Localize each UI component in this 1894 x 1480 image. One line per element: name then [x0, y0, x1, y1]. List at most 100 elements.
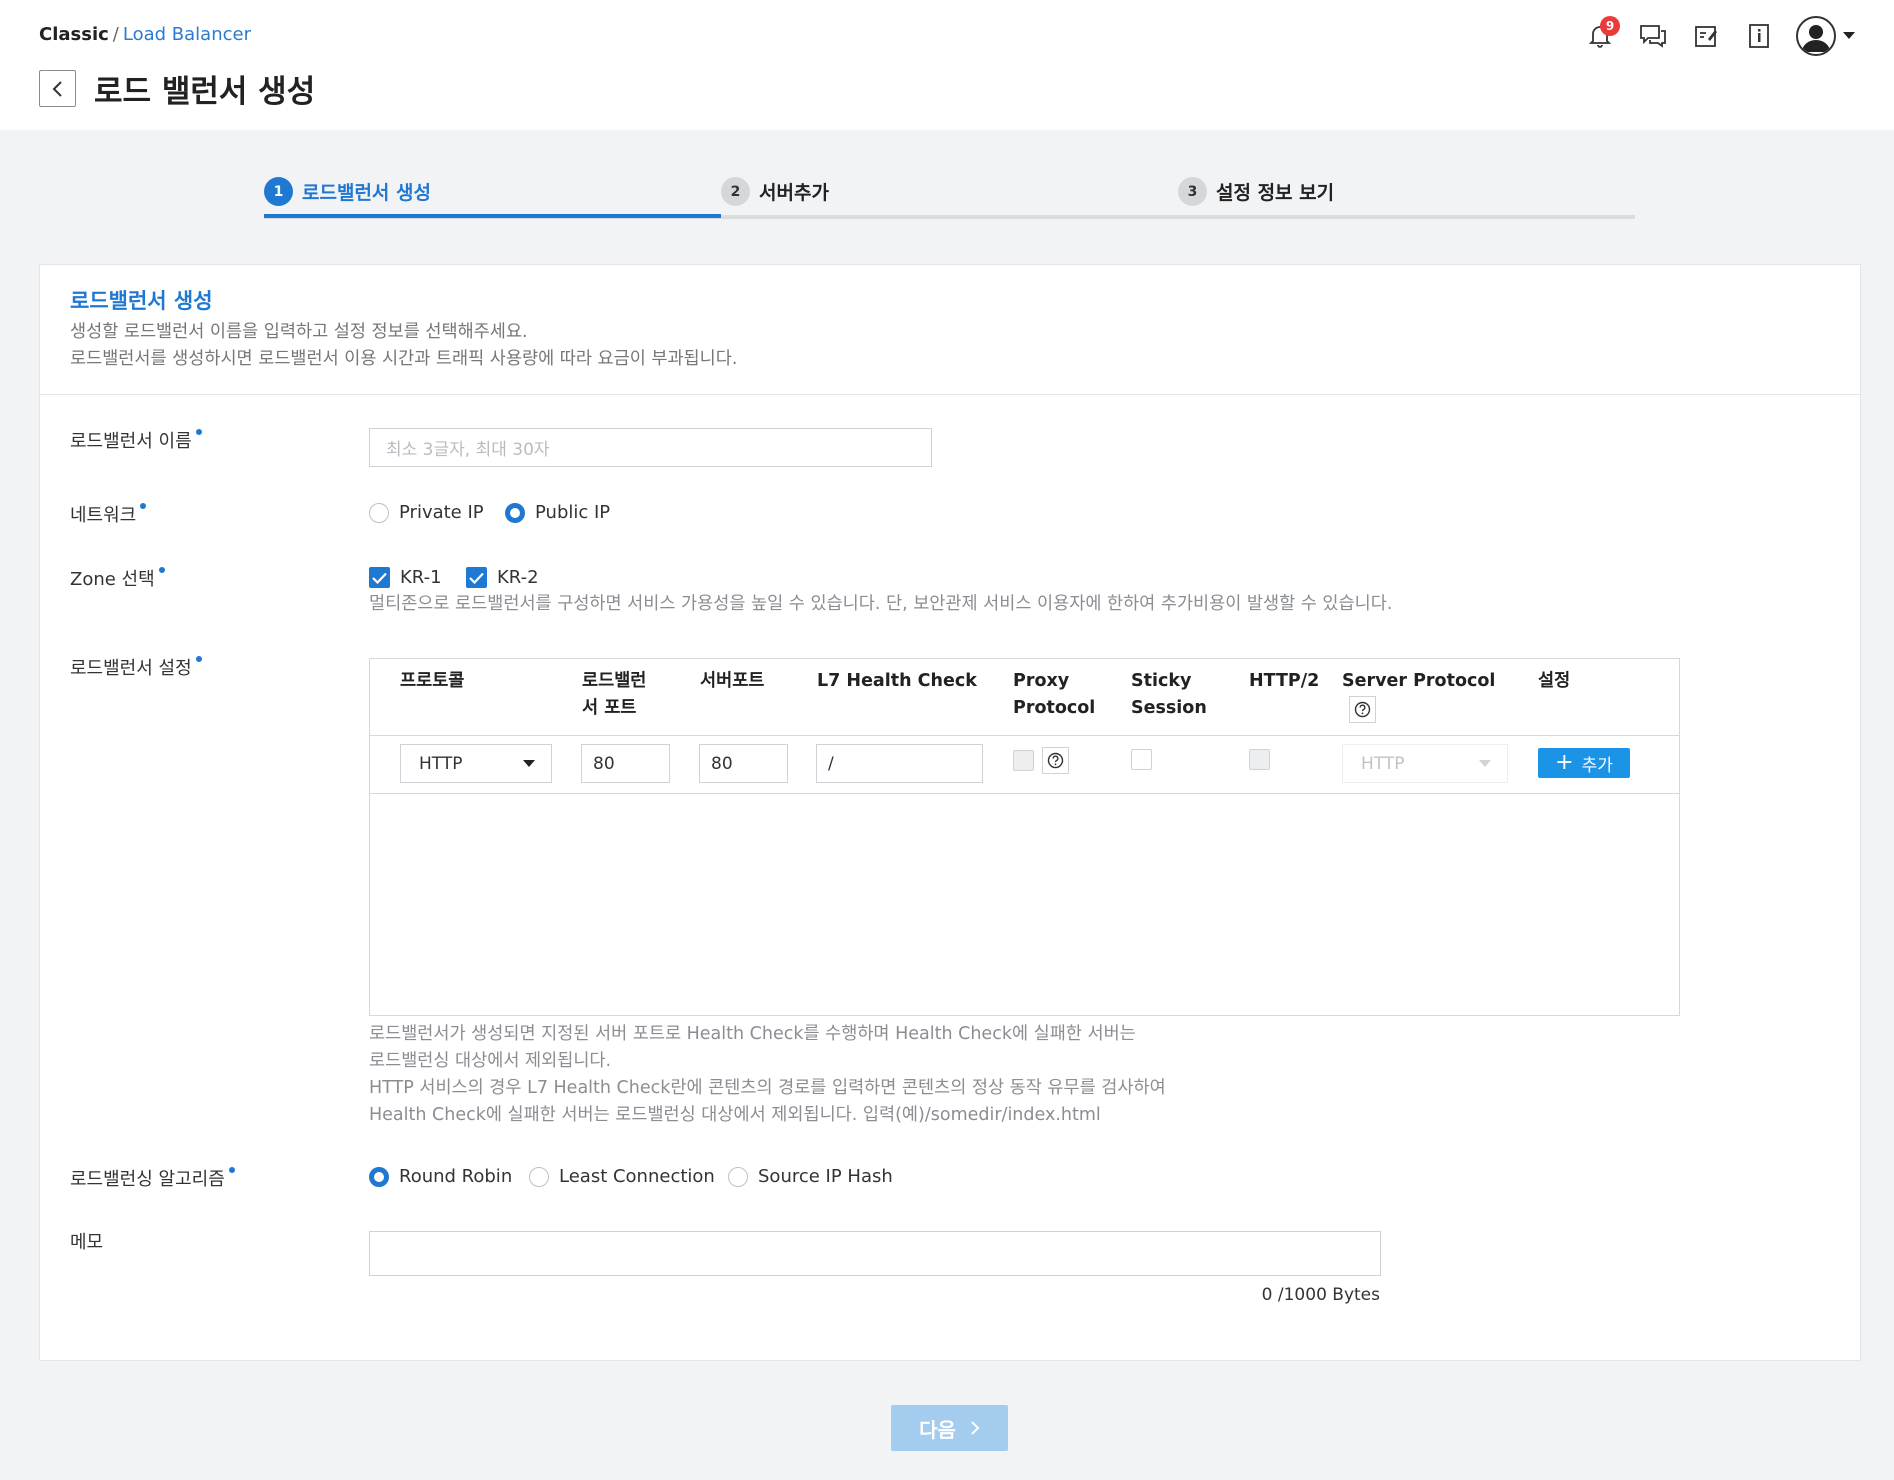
required-dot	[195, 656, 202, 662]
radio-source-ip-hash[interactable]: Source IP Hash	[728, 1166, 893, 1187]
proxy-protocol-help-button[interactable]	[1042, 747, 1069, 774]
step-label: 서버추가	[759, 182, 829, 204]
th-http2: HTTP/2	[1249, 671, 1320, 691]
radio-dot	[529, 1166, 549, 1187]
next-button-label: 다음	[919, 1417, 956, 1442]
table-row: HTTP 80 80 / HTTP + 추가	[370, 735, 1679, 794]
page-header: Classic / Load Balancer 로드 밸런서 생성 9	[0, 0, 1894, 130]
checkbox-label: KR-1	[400, 567, 442, 588]
avatar[interactable]	[1796, 16, 1836, 56]
chat-icon	[1640, 25, 1666, 48]
lb-setting-label-text: 로드밸런서 설정	[70, 658, 192, 679]
lb-name-input[interactable]: 최소 3글자, 최대 30자	[369, 428, 932, 467]
step-2[interactable]: 2 서버추가	[721, 177, 829, 206]
user-menu-caret-icon[interactable]	[1843, 32, 1855, 39]
chat-button[interactable]	[1638, 21, 1668, 51]
th-proxy-line: Proxy	[1013, 671, 1070, 691]
step-number: 3	[1178, 177, 1207, 206]
breadcrumb-separator: /	[112, 24, 119, 45]
chevron-left-icon	[52, 80, 62, 97]
card-title: 로드밸런서 생성	[70, 289, 213, 313]
next-button[interactable]: 다음	[891, 1405, 1008, 1451]
checkbox-kr2[interactable]: KR-2	[466, 567, 539, 588]
zone-label-text: Zone 선택	[70, 569, 155, 590]
server-protocol-value: HTTP	[1361, 753, 1405, 774]
required-dot	[140, 503, 147, 509]
radio-private-ip[interactable]: Private IP	[369, 502, 484, 523]
th-setting: 설정	[1538, 671, 1571, 691]
help-line: Health Check에 실패한 서버는 로드밸런싱 대상에서 제외됩니다. …	[369, 1105, 1101, 1125]
th-sticky-line: Session	[1131, 698, 1207, 718]
radio-label: Private IP	[399, 502, 484, 523]
th-server-protocol: Server Protocol	[1342, 671, 1496, 691]
protocol-select[interactable]: HTTP	[400, 744, 552, 783]
step-number: 2	[721, 177, 750, 206]
http2-checkbox[interactable]	[1249, 749, 1270, 770]
radio-least-connection[interactable]: Least Connection	[529, 1166, 715, 1187]
checkbox-label: KR-2	[497, 567, 539, 588]
check-icon	[372, 572, 387, 584]
server-protocol-select[interactable]: HTTP	[1342, 744, 1508, 783]
back-button[interactable]	[39, 70, 76, 107]
card-header: 로드밸런서 생성 생성할 로드밸런서 이름을 입력하고 설정 정보를 선택해주세…	[40, 265, 1860, 395]
chevron-right-icon	[971, 1421, 980, 1435]
breadcrumb-root[interactable]: Classic	[39, 24, 109, 45]
required-dot	[228, 1167, 235, 1173]
server-protocol-help-button[interactable]	[1349, 696, 1376, 723]
radio-dot	[369, 1166, 389, 1187]
radio-label: Public IP	[535, 502, 611, 523]
th-server-port: 서버포트	[700, 671, 765, 691]
l7-health-check-input[interactable]: /	[816, 744, 983, 783]
note-button[interactable]	[1691, 21, 1721, 51]
memo-label: 메모	[70, 1232, 104, 1253]
notification-button[interactable]: 9	[1585, 16, 1620, 51]
th-l7-health-check: L7 Health Check	[817, 671, 977, 691]
radio-public-ip[interactable]: Public IP	[505, 502, 610, 523]
th-sticky-line: Sticky	[1131, 671, 1192, 691]
breadcrumb: Classic / Load Balancer	[39, 24, 251, 45]
note-icon	[1695, 26, 1717, 47]
required-dot	[195, 429, 202, 435]
th-proxy-protocol: Proxy Protocol	[1013, 668, 1095, 722]
algorithm-label: 로드밸런싱 알고리즘	[70, 1165, 235, 1191]
radio-label: Round Robin	[399, 1166, 513, 1187]
step-label: 로드밸런서 생성	[302, 182, 431, 204]
memo-byte-counter: 0 /1000 Bytes	[1261, 1285, 1380, 1305]
info-button[interactable]	[1744, 21, 1774, 51]
info-book-icon	[1749, 24, 1769, 48]
memo-input[interactable]	[369, 1231, 1381, 1276]
sticky-session-checkbox[interactable]	[1131, 749, 1152, 770]
step-1[interactable]: 1 로드밸런서 생성	[264, 177, 431, 206]
proxy-protocol-checkbox[interactable]	[1013, 750, 1034, 771]
help-line: 로드밸런싱 대상에서 제외됩니다.	[369, 1051, 612, 1071]
lb-port-input[interactable]: 80	[581, 744, 670, 783]
checkbox-kr1[interactable]: KR-1	[369, 567, 442, 588]
notification-badge: 9	[1600, 16, 1620, 36]
chevron-down-icon	[1479, 760, 1491, 767]
radio-round-robin[interactable]: Round Robin	[369, 1166, 512, 1187]
step-progress	[264, 214, 721, 218]
required-dot	[158, 567, 165, 573]
th-protocol: 프로토콜	[400, 671, 465, 691]
card-desc-line: 로드밸런서를 생성하시면 로드밸런서 이용 시간과 트래픽 사용량에 따라 요금…	[70, 349, 738, 369]
lb-name-label: 로드밸런서 이름	[70, 427, 202, 453]
lb-name-placeholder: 최소 3글자, 최대 30자	[386, 440, 550, 460]
th-lb-port-line: 서 포트	[582, 698, 637, 718]
zone-label: Zone 선택	[70, 565, 165, 591]
radio-label: Source IP Hash	[758, 1166, 893, 1187]
user-icon	[1802, 25, 1830, 52]
add-rule-button[interactable]: + 추가	[1538, 748, 1630, 778]
check-icon	[469, 572, 484, 584]
step-3[interactable]: 3 설정 정보 보기	[1178, 177, 1334, 206]
network-label: 네트워크	[70, 501, 147, 527]
lb-name-label-text: 로드밸런서 이름	[70, 431, 192, 452]
add-rule-label: 추가	[1581, 755, 1613, 776]
checkbox-checked	[369, 567, 390, 588]
server-port-input[interactable]: 80	[699, 744, 788, 783]
radio-dot	[728, 1166, 748, 1187]
page-title: 로드 밸런서 생성	[94, 74, 316, 110]
table-header: 프로토콜 로드밸런 서 포트 서버포트 L7 Health Check Proxy…	[370, 659, 1679, 736]
form-card: 로드밸런서 생성 생성할 로드밸런서 이름을 입력하고 설정 정보를 선택해주세…	[39, 264, 1861, 1361]
breadcrumb-current[interactable]: Load Balancer	[123, 24, 251, 45]
radio-dot	[505, 502, 525, 523]
